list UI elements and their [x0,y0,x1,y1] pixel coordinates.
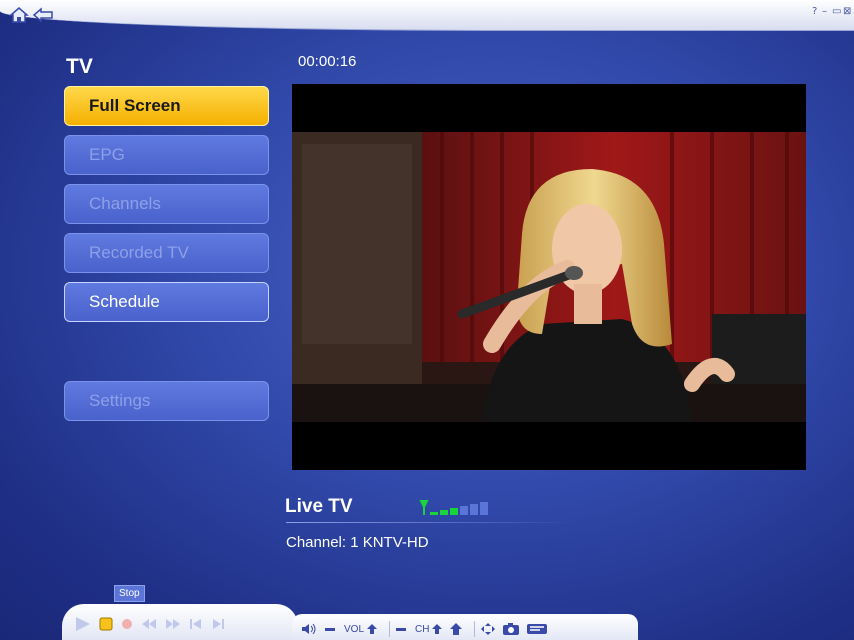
recorded-tv-button[interactable]: Recorded TV [64,233,269,273]
title-bar: ? – ▭ ⊠ [0,0,854,31]
vol-label: VOL [344,623,365,635]
teletext-icon[interactable] [526,623,548,635]
vol-up-icon[interactable] [366,623,378,635]
vol-down-icon[interactable] [324,624,336,634]
skip-forward-icon[interactable] [210,617,226,631]
signal-strength-icon [418,499,518,521]
channels-button[interactable]: Channels [64,184,269,224]
channel-info: Channel: 1 KNTV-HD [286,534,429,551]
back-arrow-icon[interactable] [32,6,54,24]
mute-icon[interactable] [300,622,318,636]
separator [474,621,476,637]
video-display[interactable] [292,84,806,470]
stop-icon[interactable] [98,616,114,632]
live-tv-status: Live TV [285,496,353,517]
play-icon[interactable] [74,616,92,632]
channels-label: Channels [89,194,161,213]
transport-controls [62,604,298,640]
home-icon[interactable] [8,6,30,24]
full-screen-label: Full Screen [89,96,181,115]
snapshot-icon[interactable] [502,622,520,636]
divider [286,522,576,523]
page-title: TV [66,55,93,78]
close-button[interactable]: ⊠ [843,6,851,17]
settings-label: Settings [89,391,151,410]
epg-button[interactable]: EPG [64,135,269,175]
timecode: 00:00:16 [298,53,357,70]
schedule-label: Schedule [89,292,160,311]
restore-button[interactable]: ▭ [832,6,841,17]
fast-forward-icon[interactable] [164,617,182,631]
video-frame [292,84,806,470]
recorded-tv-label: Recorded TV [89,243,189,262]
tooltip: Stop [114,585,145,602]
recent-icon[interactable] [449,622,463,636]
ch-down-icon[interactable] [395,624,407,634]
fullscreen-icon[interactable] [480,622,496,636]
epg-label: EPG [89,145,125,164]
skip-back-icon[interactable] [188,617,204,631]
volume-channel-bar: VOL CH [292,614,638,640]
help-button[interactable]: ? [812,6,817,17]
settings-button[interactable]: Settings [64,381,269,421]
minimize-button[interactable]: – [822,6,827,17]
record-icon[interactable] [120,617,134,631]
full-screen-button[interactable]: Full Screen [64,86,269,126]
ch-up-icon[interactable] [431,623,443,635]
schedule-button[interactable]: Schedule [64,282,269,322]
rewind-icon[interactable] [140,617,158,631]
tv-app-window: ? – ▭ ⊠ TV Full Screen EPG Channels Reco… [0,0,854,640]
ch-label: CH [415,623,430,635]
separator [389,621,391,637]
